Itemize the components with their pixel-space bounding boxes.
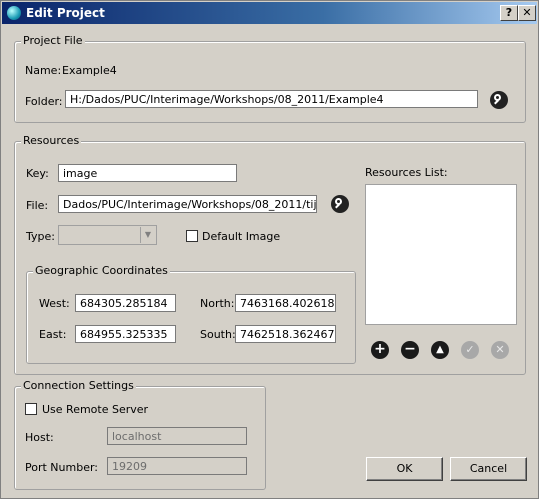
host-label: Host: bbox=[25, 431, 54, 444]
west-label: West: bbox=[39, 297, 70, 310]
ok-button[interactable]: OK bbox=[366, 457, 443, 481]
north-field[interactable]: 7463168.402618 bbox=[235, 294, 336, 312]
remote-server-checkbox[interactable] bbox=[25, 403, 37, 415]
folder-label: Folder: bbox=[25, 95, 63, 108]
check-icon[interactable]: ✓ bbox=[461, 341, 479, 359]
east-label: East: bbox=[39, 328, 67, 341]
south-field[interactable]: 7462518.362467 bbox=[235, 325, 336, 343]
port-label: Port Number: bbox=[25, 461, 99, 474]
chevron-down-icon: ▼ bbox=[140, 227, 155, 243]
add-icon[interactable]: + bbox=[371, 341, 389, 359]
resources-group: Resources Key: image File: Dados/PUC/Int… bbox=[14, 134, 526, 375]
remove-icon[interactable]: − bbox=[401, 341, 419, 359]
north-label: North: bbox=[200, 297, 235, 310]
port-field[interactable]: 19209 bbox=[107, 457, 247, 475]
remote-server-label: Use Remote Server bbox=[42, 403, 149, 416]
delete-icon[interactable]: ✕ bbox=[491, 341, 509, 359]
move-up-icon[interactable]: ▲ bbox=[431, 341, 449, 359]
resources-list-label: Resources List: bbox=[365, 166, 448, 179]
file-browse-icon[interactable] bbox=[331, 195, 349, 213]
project-file-title: Project File bbox=[21, 34, 85, 47]
south-label: South: bbox=[200, 328, 236, 341]
folder-field[interactable]: H:/Dados/PUC/Interimage/Workshops/08_201… bbox=[65, 90, 478, 108]
cancel-button[interactable]: Cancel bbox=[450, 457, 527, 481]
connection-settings-title: Connection Settings bbox=[21, 379, 136, 392]
folder-browse-icon[interactable] bbox=[490, 91, 508, 109]
west-field[interactable]: 684305.285184 bbox=[75, 294, 176, 312]
window-title: Edit Project bbox=[26, 6, 105, 20]
edit-project-dialog: Edit Project ? ✕ Project File Name: Exam… bbox=[0, 0, 539, 499]
key-label: Key: bbox=[26, 167, 49, 180]
type-select[interactable]: ▼ bbox=[58, 225, 157, 245]
file-label: File: bbox=[26, 199, 49, 212]
east-field[interactable]: 684955.325335 bbox=[75, 325, 176, 343]
file-field[interactable]: Dados/PUC/Interimage/Workshops/08_2011/t… bbox=[58, 195, 317, 213]
host-field[interactable]: localhost bbox=[107, 427, 247, 445]
project-file-group: Project File Name: Example4 Folder: H:/D… bbox=[14, 34, 526, 123]
default-image-checkbox[interactable] bbox=[186, 230, 198, 242]
resources-title: Resources bbox=[21, 134, 82, 147]
close-button[interactable]: ✕ bbox=[518, 5, 536, 21]
connection-settings-group: Connection Settings Use Remote Server Ho… bbox=[14, 379, 266, 490]
help-button[interactable]: ? bbox=[500, 5, 518, 21]
default-image-label: Default Image bbox=[202, 230, 281, 243]
name-value: Example4 bbox=[62, 64, 117, 77]
app-icon bbox=[7, 6, 21, 20]
type-label: Type: bbox=[26, 230, 55, 243]
resources-list[interactable] bbox=[365, 184, 517, 325]
key-field[interactable]: image bbox=[58, 164, 237, 182]
name-label: Name: bbox=[25, 64, 62, 77]
geographic-coordinates-group: Geographic Coordinates West: 684305.2851… bbox=[26, 264, 356, 364]
title-bar: Edit Project ? ✕ bbox=[2, 2, 537, 24]
geographic-coordinates-title: Geographic Coordinates bbox=[33, 264, 170, 277]
